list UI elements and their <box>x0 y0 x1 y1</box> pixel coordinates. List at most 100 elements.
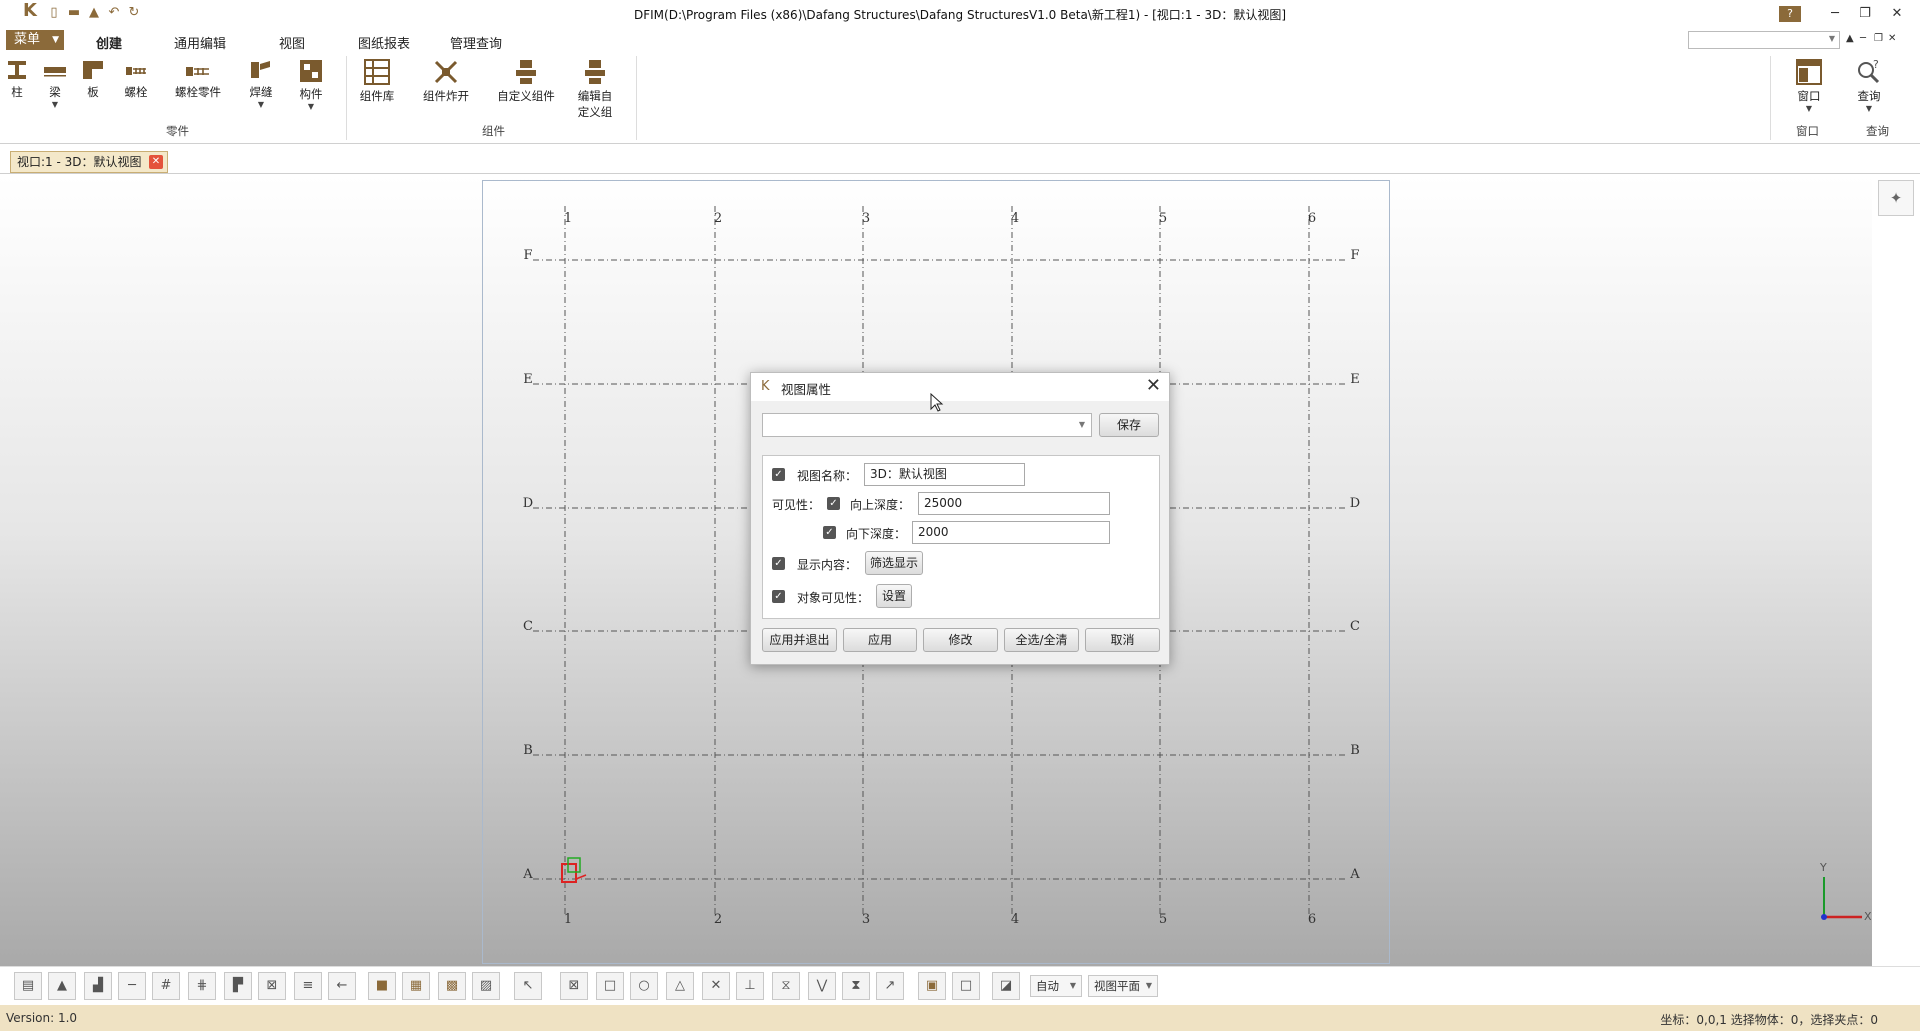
arrow-left-icon[interactable]: ← <box>328 972 356 1000</box>
plate-button[interactable]: 板 <box>80 58 106 100</box>
ribbon-separator <box>1770 56 1771 140</box>
help-icon[interactable]: ? <box>1779 6 1801 22</box>
restore-button[interactable]: ❐ <box>1850 3 1880 25</box>
view-plane-select[interactable]: ▼ 视图平面 <box>1088 975 1158 997</box>
save-button[interactable]: 保存 <box>1099 413 1159 437</box>
undo-icon[interactable]: ↶ <box>106 5 122 21</box>
auto-snap-select[interactable]: ▼ 自动 <box>1030 975 1082 997</box>
search-input[interactable]: ▼ <box>1688 31 1840 49</box>
status-bar <box>0 1005 1920 1031</box>
member-button[interactable]: 构件 ▼ <box>296 58 326 111</box>
version-text: Version: 1.0 <box>6 1011 78 1025</box>
ribbon-close-icon[interactable]: ✕ <box>1888 33 1896 44</box>
grid-icon[interactable]: # <box>152 972 180 1000</box>
bolt-label: 螺栓 <box>124 85 148 99</box>
ribbon-restore-icon[interactable]: ❐ <box>1874 33 1883 44</box>
query-button[interactable]: ? 查询 ▼ <box>1852 58 1886 113</box>
select-all-clear-button[interactable]: 全选/全清 <box>1004 628 1079 652</box>
close-button[interactable]: ✕ <box>1882 3 1912 25</box>
view-name-field[interactable]: 3D：默认视图 <box>864 463 1025 486</box>
bolt-button[interactable]: 螺栓 <box>120 58 152 100</box>
axis-y-label: Y <box>1819 861 1827 874</box>
display-content-label: 显示内容： <box>797 558 858 572</box>
column-label: 柱 <box>11 85 23 99</box>
display-content-checkbox[interactable]: ✓ <box>772 557 785 570</box>
chevron-down-icon: ▼ <box>257 100 265 109</box>
pattern-icon[interactable]: ▨ <box>472 972 500 1000</box>
bolt-part-button[interactable]: 螺栓零件 <box>170 58 226 100</box>
snap-cross-icon[interactable]: ✕ <box>702 972 730 1000</box>
cancel-button[interactable]: 取消 <box>1085 628 1160 652</box>
beam-button[interactable]: 梁 ▼ <box>42 58 68 109</box>
tab-drawings-reports[interactable]: 图纸报表 <box>358 33 410 52</box>
apply-button[interactable]: 应用 <box>843 628 917 652</box>
view-name-checkbox[interactable]: ✓ <box>772 468 785 481</box>
snap-square-icon[interactable]: □ <box>596 972 624 1000</box>
ribbon <box>0 52 1920 144</box>
tab-view[interactable]: 视图 <box>279 33 305 52</box>
new-file-icon[interactable]: ▯ <box>46 5 62 21</box>
main-menu-button[interactable]: 菜单 ▼ <box>6 30 64 50</box>
snap-circle-icon[interactable]: ○ <box>630 972 658 1000</box>
down-depth-checkbox[interactable]: ✓ <box>823 526 836 539</box>
modify-button[interactable]: 修改 <box>923 628 998 652</box>
edit-custom-component-button[interactable]: 编辑自 定义组 <box>574 58 616 120</box>
view-icon[interactable]: ◪ <box>992 972 1020 1000</box>
chevron-down-icon: ▼ <box>51 100 59 109</box>
tab-manage-query[interactable]: 管理查询 <box>450 33 502 52</box>
column-button[interactable]: 柱 <box>4 58 30 100</box>
snap-box-icon[interactable]: ⊠ <box>560 972 588 1000</box>
model-icon[interactable]: ▲ <box>48 972 76 1000</box>
snap-hourglass-icon[interactable]: ⧖ <box>772 972 800 1000</box>
tab-create[interactable]: 创建 <box>96 33 122 52</box>
ribbon-separator <box>346 56 347 140</box>
close-tab-icon[interactable]: ✕ <box>149 155 163 169</box>
properties-icon[interactable]: ▤ <box>14 972 42 1000</box>
dialog-title-bar[interactable]: K 视图属性 ✕ <box>751 373 1169 401</box>
snap-triangle-icon[interactable]: △ <box>666 972 694 1000</box>
tab-general-edit[interactable]: 通用编辑 <box>174 33 226 52</box>
document-tab-viewport[interactable]: 视口:1 - 3D：默认视图 ✕ <box>10 151 168 173</box>
up-depth-field[interactable]: 25000 <box>918 492 1110 515</box>
align-icon[interactable]: ≡ <box>294 972 322 1000</box>
minimize-button[interactable]: ─ <box>1820 3 1850 25</box>
open-folder-icon[interactable]: ▬ <box>66 5 82 21</box>
window-button[interactable]: 窗口 ▼ <box>1792 58 1826 113</box>
object-visibility-checkbox[interactable]: ✓ <box>772 590 785 603</box>
snap-v-icon[interactable]: ⋁ <box>808 972 836 1000</box>
blocks-icon[interactable]: ▦ <box>402 972 430 1000</box>
grid-label-left: A <box>522 867 533 882</box>
ribbon-minimize-icon[interactable]: ─ <box>1860 33 1866 44</box>
save-icon[interactable]: ▲ <box>86 5 102 21</box>
texture-icon[interactable]: ▩ <box>438 972 466 1000</box>
up-depth-checkbox[interactable]: ✓ <box>827 497 840 510</box>
weld-button[interactable]: 焊缝 ▼ <box>246 58 276 109</box>
snap-bowtie-icon[interactable]: ⧗ <box>842 972 870 1000</box>
snap-arrow-icon[interactable]: ↗ <box>876 972 904 1000</box>
grid-label-right: A <box>1349 867 1360 882</box>
snap-empty-icon[interactable]: □ <box>952 972 980 1000</box>
saved-settings-dropdown[interactable]: ▼ <box>762 413 1092 437</box>
custom-component-button[interactable]: 自定义组件 <box>494 58 558 104</box>
select-icon[interactable]: ↖ <box>514 972 542 1000</box>
filter-display-button[interactable]: 筛选显示 <box>865 551 923 575</box>
apply-and-exit-button[interactable]: 应用并退出 <box>762 628 837 652</box>
grid-label-left: D <box>523 496 533 511</box>
grid-line-icon[interactable]: ⋕ <box>188 972 216 1000</box>
dialog-close-icon[interactable]: ✕ <box>1146 376 1161 396</box>
settings-button[interactable]: 设置 <box>876 584 912 608</box>
solid-icon[interactable]: ■ <box>368 972 396 1000</box>
box-icon[interactable]: ⊠ <box>258 972 286 1000</box>
ribbon-collapse-icon[interactable]: ▲ <box>1846 33 1854 44</box>
snap-center-icon[interactable]: ▣ <box>918 972 946 1000</box>
component-library-button[interactable]: 组件库 <box>356 58 398 104</box>
redo-icon[interactable]: ↻ <box>126 5 142 21</box>
down-depth-field[interactable]: 2000 <box>912 521 1110 544</box>
plane-icon[interactable]: ▛ <box>224 972 252 1000</box>
view-settings-icon[interactable]: ✦ <box>1878 180 1914 216</box>
line-icon[interactable]: ─ <box>118 972 146 1000</box>
grid-label-left: F <box>523 248 532 263</box>
part-icon[interactable]: ▟ <box>84 972 112 1000</box>
snap-perpendicular-icon[interactable]: ⊥ <box>736 972 764 1000</box>
explode-component-button[interactable]: 组件炸开 <box>420 58 472 104</box>
